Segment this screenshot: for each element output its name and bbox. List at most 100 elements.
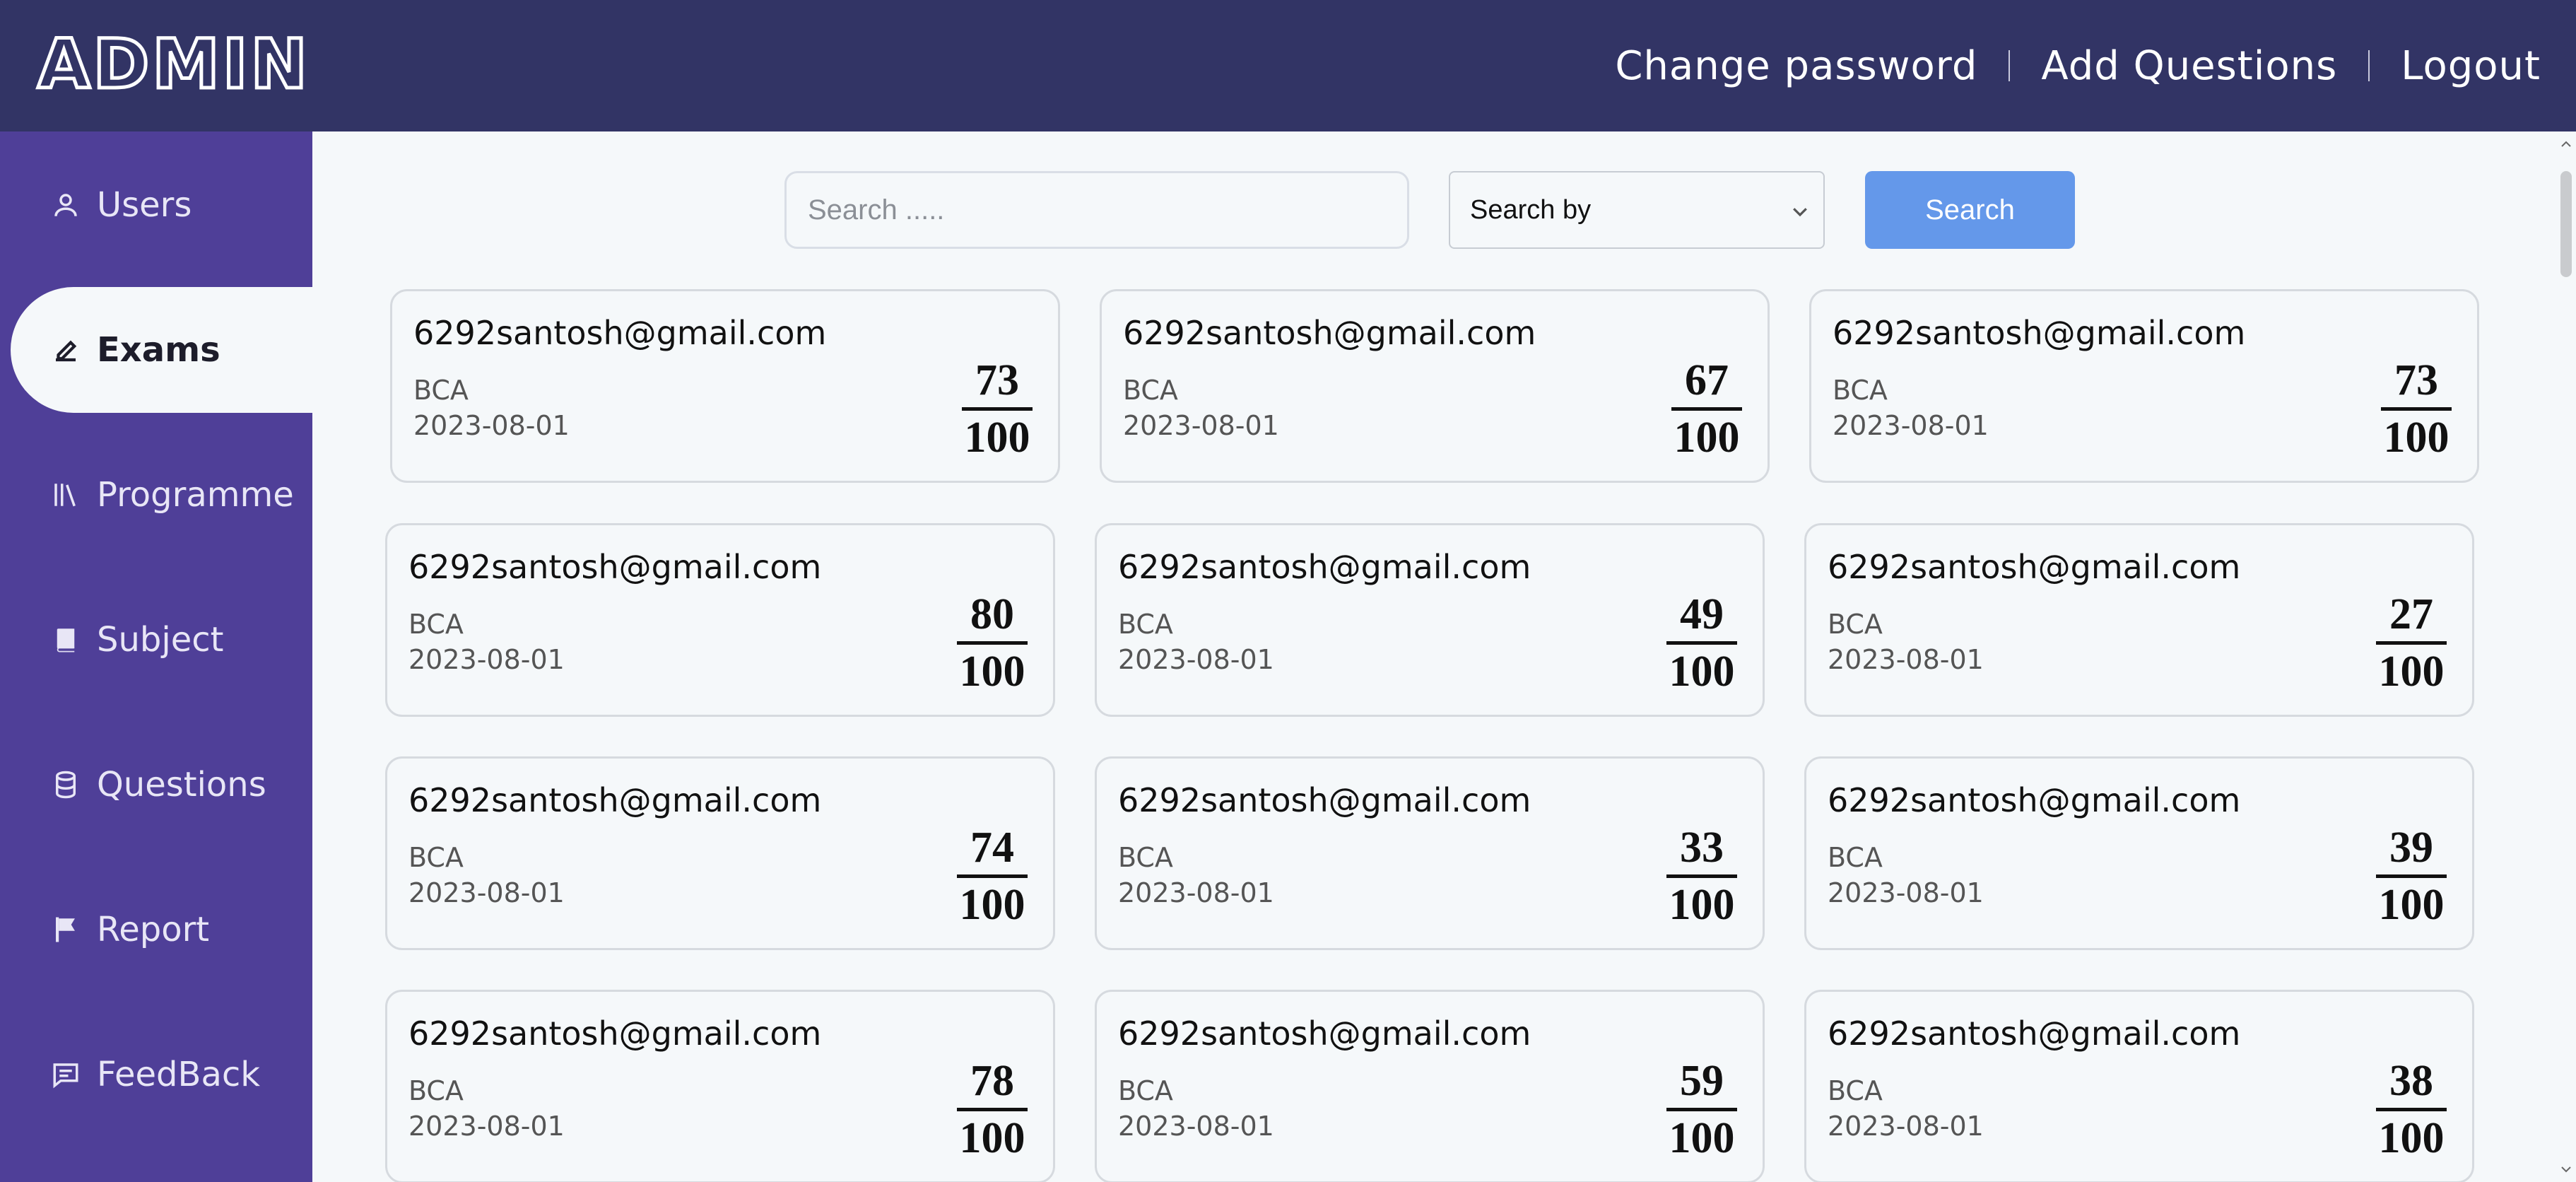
card-email: 6292santosh@gmail.com	[1118, 1014, 1531, 1053]
svg-text:ADMIN: ADMIN	[37, 28, 310, 99]
card-email: 6292santosh@gmail.com	[1833, 314, 2246, 352]
database-icon	[50, 769, 81, 800]
card-date: 2023-08-01	[1833, 410, 1989, 441]
card-email: 6292santosh@gmail.com	[1118, 781, 1531, 819]
scroll-down-arrow-icon[interactable]	[2559, 1162, 2573, 1176]
top-bar: ADMIN Change password Add Questions Logo…	[0, 0, 2576, 131]
score-total: 100	[2378, 648, 2445, 696]
card-programme: BCA	[1833, 375, 1888, 406]
result-card[interactable]: 6292santosh@gmail.com BCA 2023-08-01 73 1…	[1809, 289, 2479, 483]
top-navigation: Change password Add Questions Logout	[1615, 0, 2541, 131]
search-button[interactable]: Search	[1865, 171, 2075, 249]
fraction-bar	[1666, 641, 1737, 645]
fraction-bar	[2376, 1108, 2447, 1111]
card-score: 80 100	[957, 589, 1028, 697]
score-value: 39	[2389, 824, 2433, 872]
fraction-bar	[2376, 874, 2447, 878]
sidebar-item-label: Report	[97, 910, 210, 949]
scroll-up-arrow-icon[interactable]	[2559, 137, 2573, 151]
result-card[interactable]: 6292santosh@gmail.com BCA 2023-08-01 80 1…	[385, 523, 1055, 717]
fraction-bar	[957, 641, 1028, 645]
sidebar-item-feedback[interactable]: FeedBack	[11, 1012, 312, 1137]
result-card[interactable]: 6292santosh@gmail.com BCA 2023-08-01 39 1…	[1804, 756, 2474, 950]
sidebar-item-programme[interactable]: Programme	[11, 432, 312, 558]
card-score: 73 100	[2381, 355, 2452, 463]
card-email: 6292santosh@gmail.com	[1123, 314, 1536, 352]
score-value: 33	[1680, 824, 1724, 872]
fraction-bar	[1671, 407, 1742, 411]
result-card[interactable]: 6292santosh@gmail.com BCA 2023-08-01 74 1…	[385, 756, 1055, 950]
card-email: 6292santosh@gmail.com	[408, 1014, 822, 1053]
score-total: 100	[959, 881, 1025, 929]
score-value: 27	[2389, 590, 2433, 638]
fraction-bar	[957, 1108, 1028, 1111]
flag-icon	[50, 914, 81, 945]
sidebar-item-report[interactable]: Report	[11, 867, 312, 993]
sidebar-item-label: Programme	[97, 475, 294, 515]
result-card[interactable]: 6292santosh@gmail.com BCA 2023-08-01 78 1…	[385, 990, 1055, 1182]
chevron-down-icon	[1793, 208, 1807, 217]
card-email: 6292santosh@gmail.com	[1118, 548, 1531, 586]
fraction-bar	[2381, 407, 2452, 411]
change-password-link[interactable]: Change password	[1615, 43, 1977, 89]
library-icon	[50, 479, 81, 510]
result-card[interactable]: 6292santosh@gmail.com BCA 2023-08-01 27 1…	[1804, 523, 2474, 717]
user-icon	[50, 189, 81, 221]
sidebar-item-questions[interactable]: Questions	[11, 722, 312, 848]
score-total: 100	[2383, 414, 2449, 462]
result-card[interactable]: 6292santosh@gmail.com BCA 2023-08-01 73 1…	[390, 289, 1060, 483]
card-date: 2023-08-01	[408, 1111, 565, 1142]
chat-icon	[50, 1059, 81, 1090]
card-date: 2023-08-01	[1118, 1111, 1274, 1142]
card-email: 6292santosh@gmail.com	[1828, 548, 2241, 586]
card-programme: BCA	[408, 842, 464, 873]
card-date: 2023-08-01	[408, 644, 565, 675]
score-total: 100	[1669, 648, 1735, 696]
sidebar-item-users[interactable]: Users	[11, 142, 312, 268]
result-card[interactable]: 6292santosh@gmail.com BCA 2023-08-01 38 1…	[1804, 990, 2474, 1182]
card-date: 2023-08-01	[1123, 410, 1279, 441]
vertical-scrollbar[interactable]	[2556, 131, 2576, 1182]
search-input[interactable]	[784, 171, 1409, 249]
card-date: 2023-08-01	[413, 410, 570, 441]
score-total: 100	[1669, 1114, 1735, 1162]
search-by-select[interactable]: Search by	[1449, 171, 1825, 249]
sidebar-item-label: FeedBack	[97, 1055, 261, 1094]
card-date: 2023-08-01	[1118, 877, 1274, 908]
sidebar-item-label: Subject	[97, 620, 224, 660]
fraction-bar	[1666, 874, 1737, 878]
card-date: 2023-08-01	[408, 877, 565, 908]
score-value: 78	[970, 1057, 1014, 1105]
result-card[interactable]: 6292santosh@gmail.com BCA 2023-08-01 49 1…	[1095, 523, 1765, 717]
logout-link[interactable]: Logout	[2401, 43, 2541, 89]
card-programme: BCA	[1828, 609, 1883, 640]
result-card[interactable]: 6292santosh@gmail.com BCA 2023-08-01 59 1…	[1095, 990, 1765, 1182]
scrollbar-thumb[interactable]	[2560, 171, 2572, 277]
score-total: 100	[1674, 414, 1740, 462]
card-programme: BCA	[413, 375, 469, 406]
sidebar-item-exams[interactable]: Exams	[11, 287, 312, 413]
score-value: 67	[1685, 356, 1729, 404]
card-email: 6292santosh@gmail.com	[408, 781, 822, 819]
card-score: 33 100	[1666, 822, 1737, 930]
card-date: 2023-08-01	[1828, 644, 1984, 675]
result-card[interactable]: 6292santosh@gmail.com BCA 2023-08-01 33 1…	[1095, 756, 1765, 950]
result-card[interactable]: 6292santosh@gmail.com BCA 2023-08-01 67 1…	[1100, 289, 1770, 483]
card-email: 6292santosh@gmail.com	[413, 314, 827, 352]
card-email: 6292santosh@gmail.com	[408, 548, 822, 586]
card-programme: BCA	[1118, 1075, 1173, 1106]
score-value: 73	[975, 356, 1019, 404]
score-value: 38	[2389, 1057, 2433, 1105]
card-programme: BCA	[408, 609, 464, 640]
card-programme: BCA	[408, 1075, 464, 1106]
fraction-bar	[2376, 641, 2447, 645]
sidebar-item-subject[interactable]: Subject	[11, 577, 312, 703]
score-value: 49	[1680, 590, 1724, 638]
card-email: 6292santosh@gmail.com	[1828, 781, 2241, 819]
sidebar: Users Exams Programme Subject Questions …	[0, 131, 312, 1182]
card-programme: BCA	[1123, 375, 1178, 406]
card-date: 2023-08-01	[1828, 1111, 1984, 1142]
score-total: 100	[959, 648, 1025, 696]
card-programme: BCA	[1828, 842, 1883, 873]
add-questions-link[interactable]: Add Questions	[2041, 43, 2337, 89]
